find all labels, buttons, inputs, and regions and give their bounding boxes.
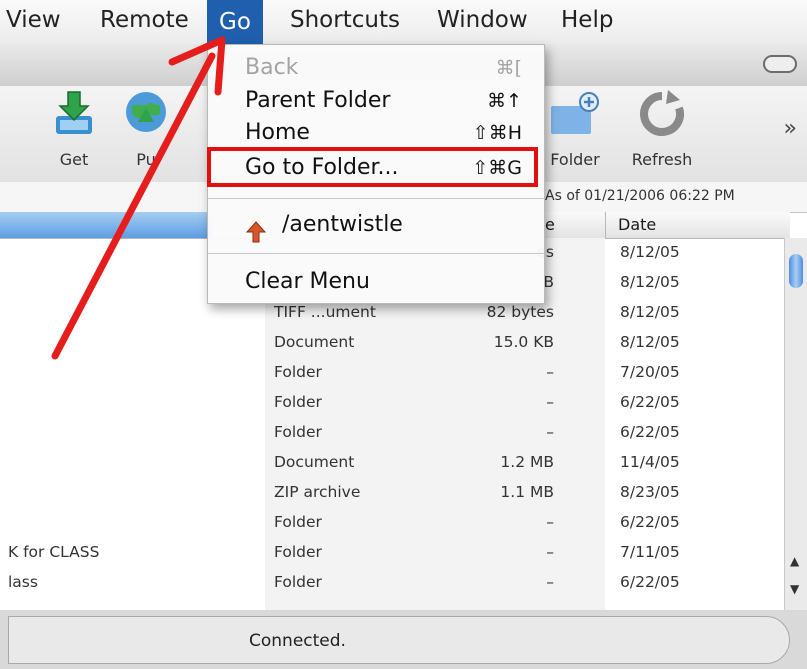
annotation-arrow-shaft	[51, 52, 216, 360]
annotation-arrow	[51, 36, 226, 360]
